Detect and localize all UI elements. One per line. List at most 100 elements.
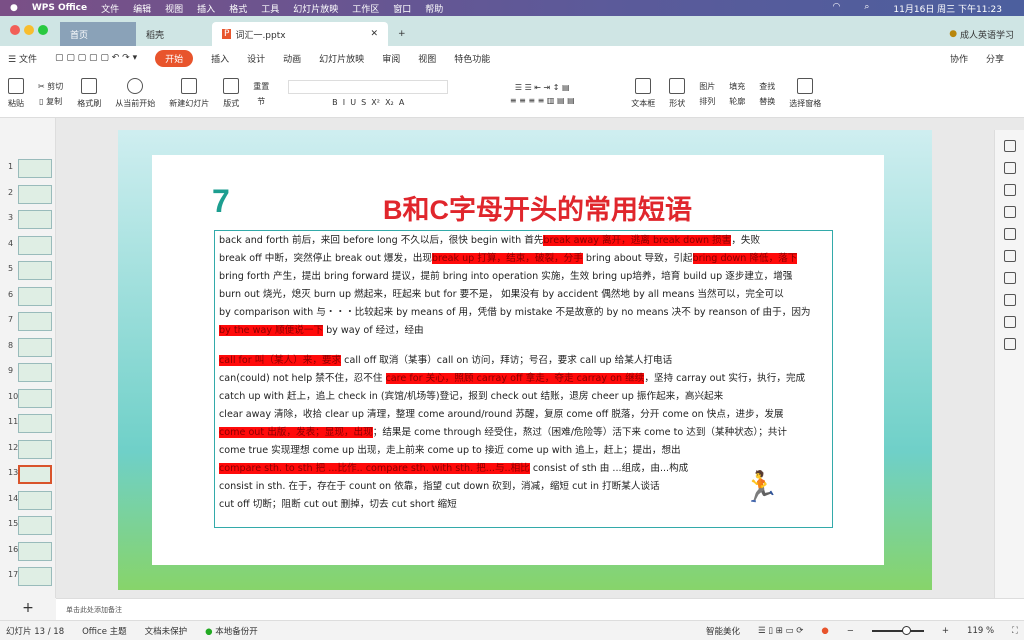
beautify-button[interactable]: 智能美化 xyxy=(706,625,740,637)
list-icons[interactable]: ☰ ☰ ⇤ ⇥ ↕ ▤ xyxy=(515,83,570,92)
settings-icon[interactable] xyxy=(1003,272,1016,284)
tab-home[interactable]: 首页 xyxy=(60,22,136,46)
minimize-button[interactable] xyxy=(24,25,34,35)
menu-view[interactable]: 视图 xyxy=(165,2,183,15)
search-icon[interactable]: ⌕ xyxy=(864,2,869,15)
slide-thumbnail[interactable]: 8 xyxy=(8,337,52,357)
play-from-current-button[interactable]: 从当前开始 xyxy=(115,78,155,109)
menu-help[interactable]: 帮助 xyxy=(425,2,443,15)
layout-button[interactable]: 版式 xyxy=(223,78,240,109)
quick-access-toolbar[interactable]: ▢ ▢ ▢ ▢ ▢ ↶ ↷ ▾ xyxy=(55,53,137,63)
slide-thumbnail[interactable]: 11 xyxy=(8,414,52,433)
cut-button[interactable]: ✂ 剪切 ▯ 复制 xyxy=(38,81,63,107)
history-icon[interactable] xyxy=(1003,316,1016,328)
properties-icon[interactable] xyxy=(1003,140,1016,152)
account[interactable]: ● 成人英语学习 xyxy=(939,22,1024,46)
zoom-level[interactable]: 119 % xyxy=(967,626,994,636)
slide-thumbnail[interactable]: 16 xyxy=(8,541,52,561)
notes-field[interactable]: 单击此处添加备注 xyxy=(56,598,1024,620)
menu-format[interactable]: 格式 xyxy=(229,2,247,15)
ribbon-tab-review[interactable]: 审阅 xyxy=(382,52,400,65)
reset-button[interactable]: 重置 xyxy=(253,81,269,92)
ribbon-tab-design[interactable]: 设计 xyxy=(247,52,265,65)
slide-thumbnail[interactable]: 13 xyxy=(8,465,52,484)
ribbon-tab-insert[interactable]: 插入 xyxy=(211,52,229,65)
menu-workspace[interactable]: 工作区 xyxy=(352,2,379,15)
fill-button[interactable]: 填充 xyxy=(729,81,745,92)
slide-thumbnail[interactable]: 17 xyxy=(8,567,52,586)
copy-icon[interactable] xyxy=(1003,250,1016,262)
app-name[interactable]: WPS Office xyxy=(32,3,87,13)
slide-thumbnail[interactable]: 15 xyxy=(8,516,52,535)
menu-slideshow[interactable]: 幻灯片放映 xyxy=(293,2,338,15)
slide-thumbnail[interactable]: 2 xyxy=(8,184,52,204)
slide-number-heading[interactable]: 7 xyxy=(212,183,230,220)
ribbon-tab-home[interactable]: 开始 xyxy=(155,49,194,67)
pen-icon[interactable] xyxy=(1003,206,1016,218)
align-icons[interactable]: ≡ ≡ ≡ ≡ ▥ ▤ ▤ xyxy=(510,96,575,105)
chart-icon[interactable] xyxy=(1003,338,1016,350)
zoom-out-button[interactable]: − xyxy=(847,626,854,636)
apple-icon[interactable]: ● xyxy=(10,3,18,13)
menu-file[interactable]: 文件 xyxy=(101,2,119,15)
zoom-slider[interactable] xyxy=(871,625,924,635)
format-painter-button[interactable]: 格式刷 xyxy=(77,78,101,109)
new-tab-button[interactable]: + xyxy=(388,22,416,46)
arrange-button[interactable]: 排列 xyxy=(699,96,715,107)
selection-pane-button[interactable]: 选择窗格 xyxy=(789,78,821,109)
design-icon[interactable] xyxy=(1003,162,1016,174)
slide-thumbnail[interactable]: 12 xyxy=(8,439,52,459)
slide-thumbnail[interactable]: 14 xyxy=(8,490,52,510)
slide-thumbnail-panel[interactable]: 1 2 3 4 5 6 7 8 9 10 11 12 13 14 15 16 17 xyxy=(0,118,56,598)
slide-thumbnail[interactable]: 10 xyxy=(8,388,52,408)
close-tab-icon[interactable]: ✕ xyxy=(370,29,378,39)
close-window-button[interactable] xyxy=(10,25,20,35)
ribbon-tab-animation[interactable]: 动画 xyxy=(283,52,301,65)
slide-thumbnail[interactable]: 9 xyxy=(8,363,52,382)
view-buttons[interactable]: ☰ ▯ ⊞ ▭ ⟳ xyxy=(758,626,803,636)
menu-insert[interactable]: 插入 xyxy=(197,2,215,15)
zoom-in-button[interactable]: + xyxy=(942,626,949,636)
paragraph-controls[interactable]: ☰ ☰ ⇤ ⇥ ↕ ▤ ≡ ≡ ≡ ≡ ▥ ▤ ▤ xyxy=(467,83,617,105)
menu-window[interactable]: 窗口 xyxy=(393,2,411,15)
ribbon-tab-view[interactable]: 视图 xyxy=(418,52,436,65)
backup-status[interactable]: ● 本地备份开 xyxy=(205,625,258,637)
font-controls[interactable]: B I U S X² X₂ A xyxy=(283,80,453,107)
fit-window-icon[interactable]: ⛶ xyxy=(1012,626,1018,636)
menu-edit[interactable]: 编辑 xyxy=(133,2,151,15)
ribbon-tab-slideshow[interactable]: 幻灯片放映 xyxy=(319,52,364,65)
copy-button[interactable]: ▯ 复制 xyxy=(39,96,62,107)
ribbon-tab-features[interactable]: 特色功能 xyxy=(454,52,490,65)
slide-thumbnail[interactable]: 4 xyxy=(8,235,52,255)
slide-thumbnail[interactable]: 1 xyxy=(8,159,52,178)
slide-thumbnail[interactable]: 3 xyxy=(8,210,52,229)
picture-button[interactable]: 图片 xyxy=(699,81,715,92)
wifi-icon[interactable]: ◠ xyxy=(833,2,841,15)
animation-icon[interactable] xyxy=(1003,184,1016,196)
new-slide-button[interactable]: 新建幻灯片 xyxy=(169,78,209,109)
theme-name[interactable]: Office 主题 xyxy=(82,625,127,637)
share-button[interactable]: 分享 xyxy=(986,52,1004,65)
outline-button[interactable]: 轮廓 xyxy=(729,96,745,107)
slide-thumbnail[interactable]: 5 xyxy=(8,261,52,280)
phrase-textbox[interactable]: back and forth 前后，来回 before long 不久以后，很快… xyxy=(214,230,833,528)
font-select[interactable] xyxy=(288,80,449,94)
share-icon[interactable] xyxy=(1003,294,1016,306)
paste-button[interactable]: 粘贴 xyxy=(8,78,24,109)
tab-docer[interactable]: 稻壳 xyxy=(136,22,212,46)
ribbon-tab-file[interactable]: ☰ 文件 xyxy=(8,52,37,65)
collaborate-button[interactable]: 协作 xyxy=(950,52,968,65)
textbox-button[interactable]: 文本框 xyxy=(631,78,655,109)
maximize-button[interactable] xyxy=(38,25,48,35)
clock[interactable]: 11月16日 周三 下午11:23 xyxy=(893,2,1002,15)
protect-status[interactable]: 文档未保护 xyxy=(145,625,188,637)
menu-tools[interactable]: 工具 xyxy=(261,2,279,15)
slide-thumbnail[interactable]: 6 xyxy=(8,286,52,306)
slide-thumbnail[interactable]: 7 xyxy=(8,312,52,331)
tab-document[interactable]: P 词汇一.pptx ✕ xyxy=(212,22,388,46)
font-style-icons[interactable]: B I U S X² X₂ A xyxy=(332,98,404,107)
add-slide-button[interactable]: + xyxy=(0,598,56,620)
replace-button[interactable]: 替换 xyxy=(759,96,775,107)
section-button[interactable]: 节 xyxy=(257,96,265,107)
zoom-slider-handle[interactable] xyxy=(901,625,911,635)
